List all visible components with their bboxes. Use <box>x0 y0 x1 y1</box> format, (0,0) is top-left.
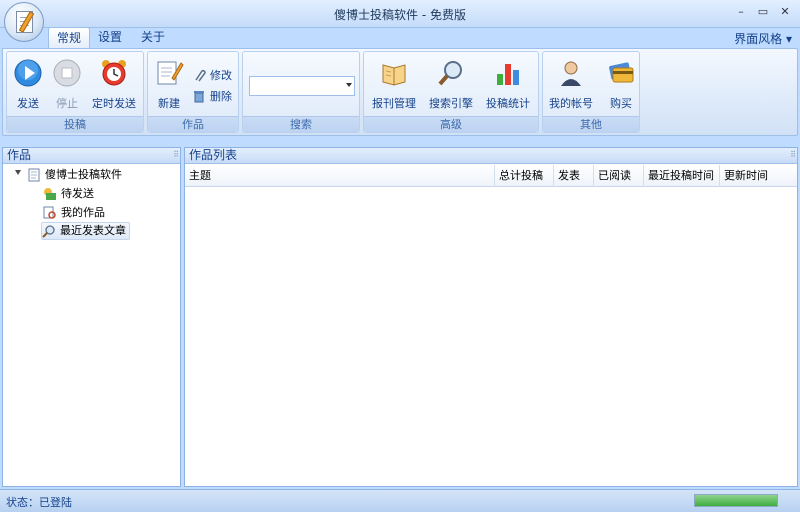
notepad-icon <box>28 168 40 182</box>
document-search-icon <box>43 206 56 219</box>
status-progress-bar <box>694 494 778 507</box>
trash-icon <box>194 91 204 103</box>
stop-icon <box>53 59 81 87</box>
send-button[interactable]: 发送 <box>13 58 43 111</box>
purchase-button[interactable]: 购买 <box>606 58 636 111</box>
column-published[interactable]: 发表 <box>554 165 594 187</box>
column-last-submit-time[interactable]: 最近投稿时间 <box>644 165 720 187</box>
play-icon <box>14 59 42 87</box>
bar-chart-icon <box>497 64 519 85</box>
ribbon-group-search: 搜索 <box>242 51 360 133</box>
ribbon-tabs: 常规 设置 关于 界面风格 ▾ <box>0 26 800 48</box>
status-text: 状态：已登陆 <box>6 496 72 509</box>
maximize-button[interactable]: ▭ <box>754 4 772 20</box>
group-label-works: 作品 <box>148 116 238 132</box>
tab-settings[interactable]: 设置 <box>90 27 130 48</box>
tree-item-recent-published[interactable]: 最近发表文章 <box>41 222 130 240</box>
paperclip-icon <box>195 69 206 82</box>
new-document-icon <box>157 61 184 85</box>
magnifier-icon <box>42 225 55 238</box>
ribbon: 发送 停止 定时发送 投稿 新建 修改 删除 作品 搜索 报刊管理 搜索引擎 投… <box>2 48 798 136</box>
works-panel-header: 作品 ⠿ <box>3 148 180 164</box>
works-panel-title: 作品 <box>7 148 32 162</box>
tree-item-pending-label: 待发送 <box>61 187 94 200</box>
skin-menu[interactable]: 界面风格 ▾ <box>734 30 792 47</box>
search-engine-button[interactable]: 搜索引擎 <box>429 58 473 111</box>
works-list-title: 作品列表 <box>189 148 238 162</box>
window-title: 傻博士投稿软件 - 免费版 <box>334 8 466 22</box>
tab-about[interactable]: 关于 <box>133 27 173 48</box>
column-subject[interactable]: 主题 <box>185 165 495 187</box>
status-bar: 状态：已登陆 <box>0 489 800 512</box>
app-menu-button[interactable] <box>4 2 44 42</box>
works-list-header: 作品列表 ⠿ <box>185 148 797 164</box>
search-combobox[interactable] <box>249 76 355 96</box>
tree-item-my-works-label: 我的作品 <box>61 206 105 219</box>
works-panel: 作品 ⠿ 傻博士投稿软件 待发送 我的作品 最近发表文章 <box>2 147 181 487</box>
tree-root[interactable]: 傻博士投稿软件 <box>27 166 122 184</box>
column-read[interactable]: 已阅读 <box>594 165 644 187</box>
column-update-time[interactable]: 更新时间 <box>720 165 797 187</box>
ribbon-group-advanced: 报刊管理 搜索引擎 投稿统计 高级 <box>363 51 539 133</box>
tab-general[interactable]: 常规 <box>48 27 91 48</box>
grip-icon: ⠿ <box>173 150 179 159</box>
title-bar: 傻博士投稿软件 - 免费版 – ▭ ✕ <box>0 0 800 28</box>
edit-button[interactable]: 修改 <box>192 67 232 83</box>
works-list-panel: 作品列表 ⠿ 主题 总计投稿 发表 已阅读 最近投稿时间 更新时间 <box>184 147 798 487</box>
close-button[interactable]: ✕ <box>776 4 794 20</box>
window-controls: – ▭ ✕ <box>732 4 794 20</box>
user-icon <box>561 61 581 86</box>
ribbon-group-other: 我的帐号 购买 其他 <box>542 51 640 133</box>
delete-button[interactable]: 删除 <box>192 88 232 104</box>
chevron-down-icon[interactable] <box>346 83 352 87</box>
journal-management-button[interactable]: 报刊管理 <box>372 58 416 111</box>
tree-item-pending[interactable]: 待发送 <box>43 185 94 203</box>
tree-root-label: 傻博士投稿软件 <box>45 168 122 181</box>
works-table-header: 主题 总计投稿 发表 已阅读 最近投稿时间 更新时间 <box>185 165 797 187</box>
ribbon-group-submit: 发送 停止 定时发送 投稿 <box>6 51 144 133</box>
stop-button[interactable]: 停止 <box>52 58 82 111</box>
scheduled-send-button[interactable]: 定时发送 <box>92 58 136 111</box>
group-label-search: 搜索 <box>243 116 359 132</box>
send-mail-icon <box>44 188 56 200</box>
magnifier-icon <box>438 61 462 86</box>
my-account-button[interactable]: 我的帐号 <box>549 58 593 111</box>
group-label-advanced: 高级 <box>364 116 538 132</box>
minimize-button[interactable]: – <box>732 4 750 20</box>
ribbon-group-works: 新建 修改 删除 作品 <box>147 51 239 133</box>
alarm-clock-icon <box>102 60 126 86</box>
status-progress-fill <box>695 495 777 506</box>
column-total-submissions[interactable]: 总计投稿 <box>495 165 554 187</box>
grip-icon: ⠿ <box>790 150 796 159</box>
book-icon <box>382 64 406 86</box>
tree-item-my-works[interactable]: 我的作品 <box>43 204 105 222</box>
collapse-arrow-icon[interactable] <box>15 170 21 175</box>
group-label-submit: 投稿 <box>7 116 143 132</box>
new-button[interactable]: 新建 <box>154 58 184 111</box>
submission-stats-button[interactable]: 投稿统计 <box>486 58 530 111</box>
credit-card-icon <box>609 62 634 83</box>
tree-item-recent-published-label: 最近发表文章 <box>60 224 126 237</box>
group-label-other: 其他 <box>543 116 639 132</box>
